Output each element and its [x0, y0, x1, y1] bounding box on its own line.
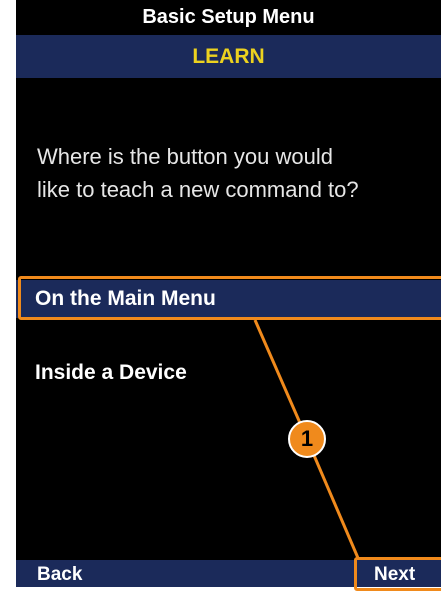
prompt-text: Where is the button you would like to te…: [37, 144, 359, 202]
menu-item-inside-device[interactable]: Inside a Device: [16, 354, 441, 392]
screen-title: Basic Setup Menu: [16, 0, 441, 35]
callout-highlight-next: [354, 557, 441, 591]
screen-subtitle: LEARN: [16, 35, 441, 78]
callout-highlight-main-menu: [18, 276, 441, 320]
back-softkey[interactable]: Back: [37, 560, 82, 587]
callout-number-badge: 1: [288, 420, 326, 458]
menu-item-inside-device-label: Inside a Device: [35, 361, 187, 384]
